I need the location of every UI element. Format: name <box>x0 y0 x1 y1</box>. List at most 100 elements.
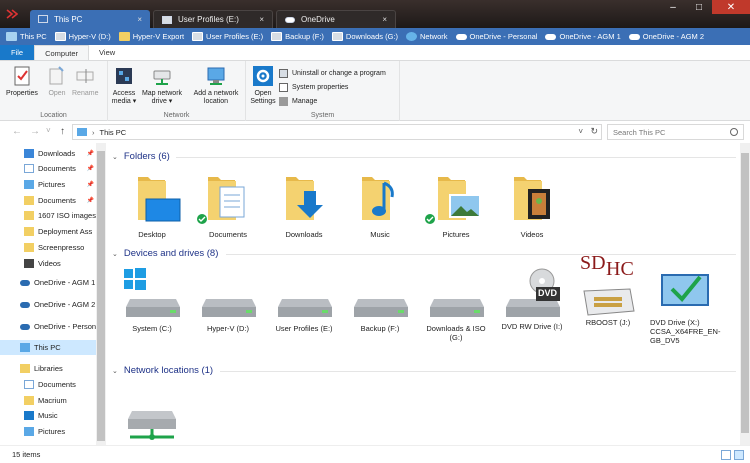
nav-item-documents-2[interactable]: Documents 📌 <box>0 193 96 208</box>
nav-item-documents[interactable]: Documents 📌 <box>0 161 96 176</box>
refresh-button[interactable]: ↻ <box>590 126 598 137</box>
nav-item-lib-pictures[interactable]: Pictures <box>0 424 96 439</box>
close-button[interactable]: ✕ <box>712 0 750 14</box>
tile-label: Downloads & ISO (G:) <box>426 324 486 342</box>
large-icons-view-button[interactable] <box>734 450 744 460</box>
drive-tile-system-c[interactable]: System (C:) <box>116 268 188 333</box>
qat-item-user-profiles[interactable]: User Profiles (E:) <box>192 32 263 41</box>
nav-item-onedrive-personal[interactable]: OneDrive - Personal <box>0 319 96 334</box>
tab-label: OneDrive <box>301 15 335 24</box>
nav-item-screenpresso[interactable]: Screenpresso <box>0 240 96 255</box>
up-button[interactable]: ↑ <box>60 126 65 137</box>
tab-this-pc[interactable]: This PC × <box>30 10 150 28</box>
qat-label: User Profiles (E:) <box>206 32 264 41</box>
section-network[interactable]: ⌄ Network locations (1) <box>112 365 213 376</box>
forward-button[interactable]: → <box>30 126 40 137</box>
folder-tile-music[interactable]: Music <box>344 173 416 239</box>
address-dropdown[interactable]: ˅ <box>578 127 583 136</box>
qat-item-onedrive-personal[interactable]: OneDrive - Personal <box>455 32 537 41</box>
system-small-buttons: Uninstall or change a program System pro… <box>279 66 386 108</box>
pc-icon <box>20 343 30 352</box>
uninstall-program-button[interactable]: Uninstall or change a program <box>279 66 386 80</box>
qat-item-downloads[interactable]: Downloads (G:) <box>331 32 398 41</box>
map-network-drive-button[interactable]: Map network drive ▾ <box>138 65 186 106</box>
open-icon <box>49 66 64 85</box>
drive-tile-user-profiles-e[interactable]: User Profiles (E:) <box>268 279 340 333</box>
recent-locations-button[interactable]: ˅ <box>46 126 51 135</box>
access-media-button[interactable]: Access media ▾ <box>110 65 138 106</box>
qat-item-network[interactable]: Network <box>406 32 448 41</box>
qat-item-hyper-v[interactable]: Hyper-V (D:) <box>54 32 111 41</box>
details-view-button[interactable] <box>721 450 731 460</box>
qat-label: OneDrive - AGM 1 <box>559 32 621 41</box>
content-scrollbar[interactable] <box>740 143 750 445</box>
tab-onedrive[interactable]: OneDrive × <box>276 10 396 28</box>
rename-button[interactable]: Rename <box>72 65 98 98</box>
folder-tile-videos[interactable]: Videos <box>496 173 568 239</box>
nav-item-lib-documents[interactable]: Documents <box>0 377 96 392</box>
nav-item-videos[interactable]: Videos <box>0 256 96 271</box>
sd-card-graphic <box>583 288 635 316</box>
qat-item-this-pc[interactable]: This PC <box>6 32 47 41</box>
cloud-icon <box>20 279 30 286</box>
tab-user-profiles[interactable]: User Profiles (E:) × <box>153 10 273 28</box>
tab-view[interactable]: View <box>89 45 125 60</box>
drive-tile-hyper-v-d[interactable]: Hyper-V (D:) <box>192 279 264 333</box>
nav-item-this-pc[interactable]: This PC <box>0 340 96 355</box>
qat-item-backup[interactable]: Backup (F:) <box>271 32 324 41</box>
nav-item-music[interactable]: Music <box>0 408 96 423</box>
back-button[interactable]: ← <box>12 126 22 137</box>
dvd-drive-icon: DVD <box>496 267 568 319</box>
manage-button[interactable]: Manage <box>279 94 386 108</box>
access-media-label-1: Access <box>112 90 136 97</box>
minimize-button[interactable]: – <box>660 0 686 14</box>
section-folders[interactable]: ⌄ Folders (6) <box>112 151 170 162</box>
tab-computer[interactable]: Computer <box>34 45 90 60</box>
nav-item-1607-iso[interactable]: 1607 ISO images <box>0 208 96 223</box>
drive-tile-downloads-g[interactable]: Downloads & ISO (G:) <box>420 279 492 342</box>
close-icon[interactable]: × <box>137 15 142 24</box>
folder-tile-downloads[interactable]: Downloads <box>268 173 340 239</box>
network-location-tile[interactable] <box>116 397 188 445</box>
content-scrollbar-thumb[interactable] <box>741 153 749 433</box>
nav-scrollbar-thumb[interactable] <box>97 151 105 441</box>
close-icon[interactable]: × <box>259 15 264 24</box>
folder-tile-desktop[interactable]: Desktop <box>116 173 188 239</box>
tile-label: DVD Drive (X:) CCSA_X64FRE_EN-GB_DV5 <box>650 318 721 345</box>
search-input[interactable]: Search This PC <box>607 124 744 140</box>
tab-file[interactable]: File <box>0 45 35 60</box>
nav-item-onedrive-agm2[interactable]: OneDrive - AGM 2 <box>0 297 96 312</box>
nav-item-pictures[interactable]: Pictures 📌 <box>0 177 96 192</box>
drive-tile-dvd-rw-i[interactable]: DVD DVD RW Drive (I:) <box>496 268 568 331</box>
folder-tile-documents[interactable]: Documents <box>192 173 264 239</box>
section-devices[interactable]: ⌄ Devices and drives (8) <box>112 248 218 259</box>
navigation-pane: Downloads 📌 Documents 📌 Pictures 📌 Docum… <box>0 143 106 445</box>
folder-icon <box>24 227 34 236</box>
system-properties-button[interactable]: System properties <box>279 80 386 94</box>
nav-item-onedrive-agm1[interactable]: OneDrive - AGM 1 <box>0 275 96 290</box>
address-bar[interactable]: › This PC ˅ ↻ <box>72 124 602 140</box>
qat-item-hyper-v-export[interactable]: Hyper-V Export <box>118 32 184 41</box>
nav-item-libraries[interactable]: Libraries <box>0 361 96 376</box>
drive-tile-backup-f[interactable]: Backup (F:) <box>344 279 416 333</box>
drive-tile-rboost-j[interactable]: SD HC RBOOST (J:) <box>572 253 644 327</box>
breadcrumb-this-pc[interactable]: This PC <box>100 128 127 137</box>
close-icon[interactable]: × <box>382 15 387 24</box>
add-network-location-button[interactable]: Add a network location <box>188 65 244 106</box>
folder-tile-pictures[interactable]: Pictures <box>420 173 492 239</box>
network-drive-icon <box>128 411 176 440</box>
nav-scrollbar[interactable] <box>96 143 106 445</box>
qat-item-onedrive-agm1[interactable]: OneDrive - AGM 1 <box>545 32 621 41</box>
nav-item-downloads[interactable]: Downloads 📌 <box>0 146 96 161</box>
nav-item-deployment[interactable]: Deployment Ass <box>0 224 96 239</box>
nav-item-macrium[interactable]: Macrium <box>0 393 96 408</box>
drive-tile-dvd-x[interactable]: DVD Drive (X:) CCSA_X64FRE_EN-GB_DV5 <box>650 274 722 345</box>
properties-button[interactable]: Properties <box>6 65 38 98</box>
section-title: Devices and drives (8) <box>123 248 219 259</box>
open-button[interactable]: Open <box>46 65 68 98</box>
qat-item-onedrive-agm2[interactable]: OneDrive - AGM 2 <box>628 32 704 41</box>
section-title: Network locations (1) <box>123 365 214 376</box>
open-settings-button[interactable]: Open Settings <box>248 65 278 106</box>
maximize-button[interactable]: □ <box>686 0 712 14</box>
nav-label: Documents <box>38 164 76 173</box>
